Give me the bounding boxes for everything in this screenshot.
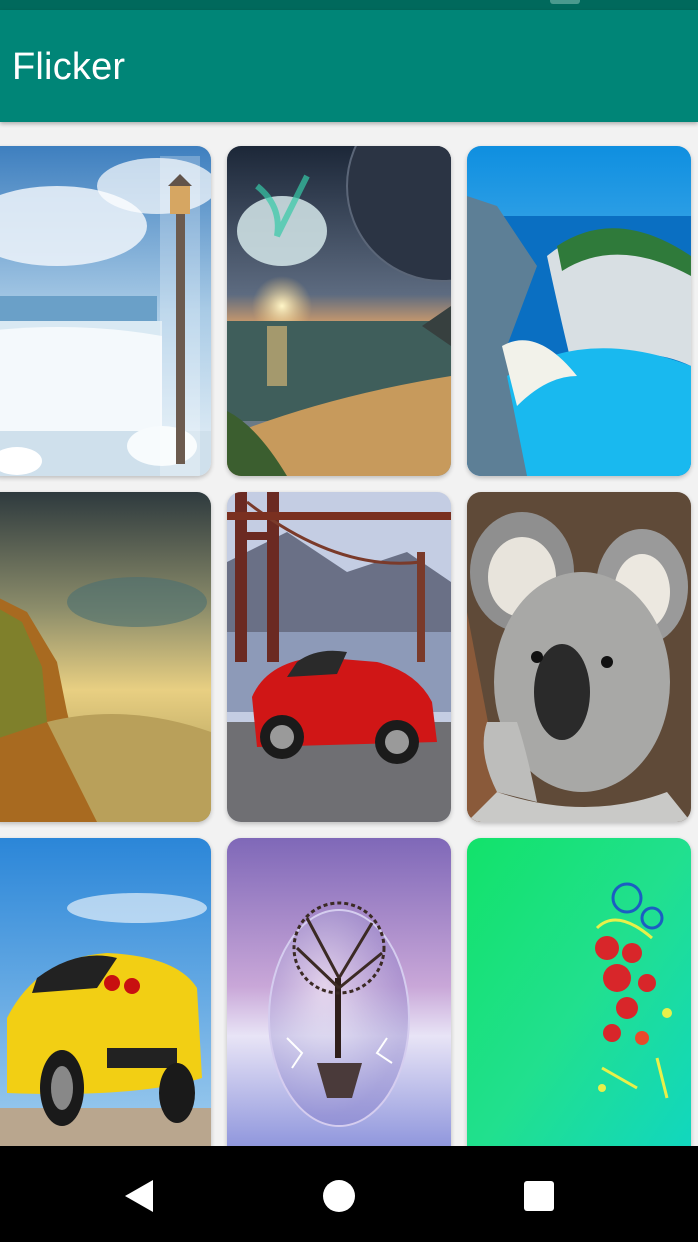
- grid-item-red-car-bridge[interactable]: [227, 492, 451, 822]
- grid-item-fantasy-sunset[interactable]: [227, 146, 451, 476]
- green-abstract-image: [467, 838, 691, 1146]
- app-bar: Flicker: [0, 10, 698, 122]
- grid-item-blue-cove[interactable]: [467, 146, 691, 476]
- back-icon[interactable]: [119, 1176, 159, 1216]
- status-bar: [0, 0, 698, 10]
- navigation-bar: [0, 1146, 698, 1242]
- blue-cove-image: [467, 146, 691, 476]
- tree-bubble-image: [227, 838, 451, 1146]
- grid-item-yellow-car[interactable]: [0, 838, 211, 1146]
- grid-item-tree-bubble[interactable]: [227, 838, 451, 1146]
- golden-cliff-image: [0, 492, 211, 822]
- status-icon: [550, 0, 580, 4]
- grid-item-golden-cliff[interactable]: [0, 492, 211, 822]
- waterfall-lamp-image: [0, 146, 211, 476]
- image-grid[interactable]: [0, 122, 698, 1146]
- koala-image: [467, 492, 691, 822]
- grid-item-koala[interactable]: [467, 492, 691, 822]
- recents-icon[interactable]: [519, 1176, 559, 1216]
- home-icon[interactable]: [319, 1176, 359, 1216]
- yellow-car-image: [0, 838, 211, 1146]
- fantasy-sunset-image: [227, 146, 451, 476]
- red-car-bridge-image: [227, 492, 451, 822]
- grid-item-green-abstract[interactable]: [467, 838, 691, 1146]
- app-title: Flicker: [12, 46, 126, 88]
- grid-item-waterfall[interactable]: [0, 146, 211, 476]
